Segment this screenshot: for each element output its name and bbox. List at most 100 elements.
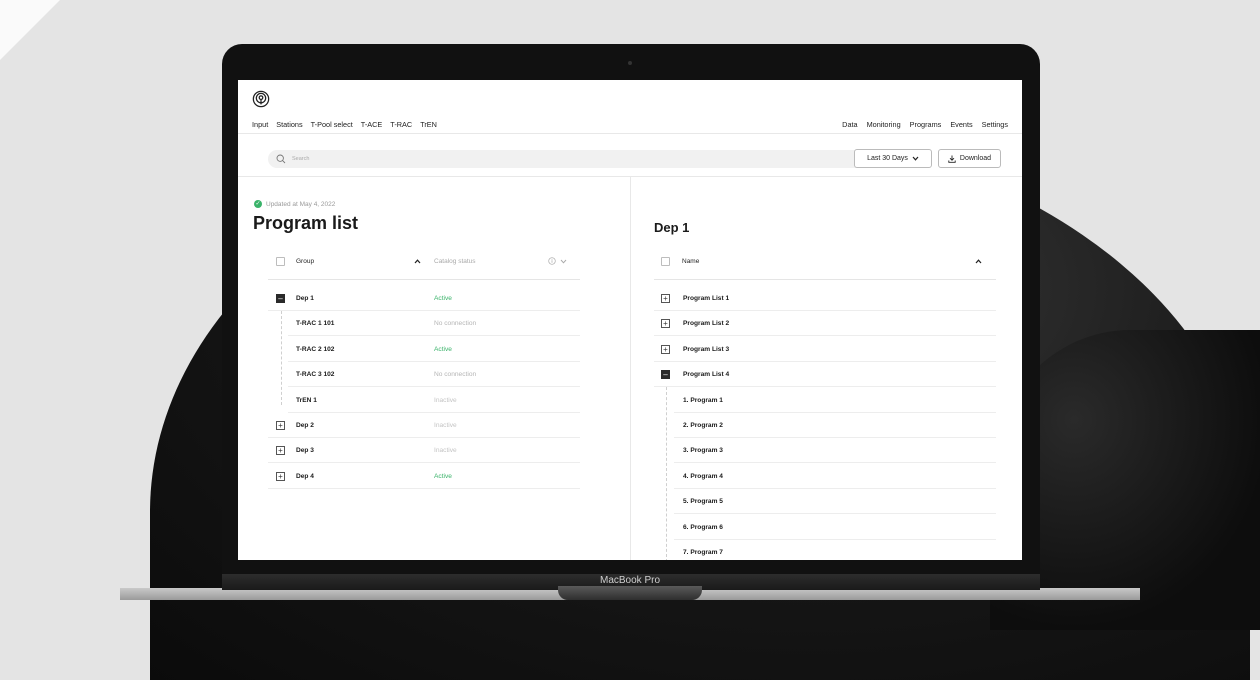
- row-name: Dep 1: [296, 295, 314, 302]
- status-label: Inactive: [434, 396, 457, 404]
- expand-icon[interactable]: +: [276, 471, 285, 481]
- list-item[interactable]: + Program List 2: [654, 311, 996, 337]
- list-item[interactable]: 3. Program 3: [674, 438, 996, 464]
- item-name: 7. Program 7: [683, 549, 723, 556]
- table-row[interactable]: – Dep 1 Active: [268, 286, 580, 311]
- item-name: Program List 2: [683, 320, 730, 328]
- search-icon: [276, 154, 286, 164]
- chevron-up-icon[interactable]: [975, 259, 982, 264]
- nav-link-left-t-ace[interactable]: T-ACE: [361, 120, 383, 129]
- status-label: Active: [434, 472, 452, 480]
- select-all-checkbox-right[interactable]: [661, 257, 670, 266]
- item-name: 4. Program 4: [683, 472, 723, 480]
- row-name: T-RAC 1 101: [296, 320, 335, 328]
- item-name: Program List 1: [683, 295, 730, 302]
- list-item[interactable]: 1. Program 1: [674, 388, 996, 413]
- nav-link-left-input[interactable]: Input: [252, 120, 268, 129]
- column-header-status[interactable]: Catalog status: [434, 258, 476, 265]
- updated-status: ✓ Updated at May 4, 2022: [254, 200, 335, 208]
- list-item[interactable]: 4. Program 4: [674, 464, 996, 489]
- chevron-down-icon: [912, 156, 919, 161]
- nav-link-right-monitoring[interactable]: Monitoring: [867, 120, 901, 129]
- nav-left: Input Stations T-Pool select T-ACE T-RAC TrEN: [252, 120, 437, 129]
- table-row[interactable]: T-RAC 1 101 No connection: [288, 311, 580, 337]
- detail-title: Dep 1: [654, 220, 690, 235]
- table-row[interactable]: + Dep 4 Active: [268, 464, 580, 489]
- camera: [628, 61, 632, 65]
- tree-connector: [281, 311, 282, 405]
- list-item[interactable]: 5. Program 5: [674, 489, 996, 515]
- nav-link-right-data[interactable]: Data: [842, 120, 857, 129]
- list-item[interactable]: 2. Program 2: [674, 413, 996, 438]
- search-bar[interactable]: Search: [268, 150, 874, 168]
- header-divider: [654, 279, 996, 280]
- row-name: Dep 3: [296, 447, 314, 455]
- check-circle-icon: ✓: [254, 200, 262, 208]
- table-row[interactable]: + Dep 3 Inactive: [268, 438, 580, 464]
- collapse-icon[interactable]: –: [661, 370, 670, 380]
- list-item[interactable]: + Program List 1: [654, 286, 996, 311]
- header-divider: [268, 279, 580, 280]
- item-name: Program List 4: [683, 371, 730, 379]
- device-label: MacBook Pro: [599, 575, 661, 586]
- status-label: Active: [434, 345, 452, 353]
- row-name: Dep 2: [296, 422, 314, 429]
- app-logo-icon[interactable]: [252, 90, 270, 108]
- status-label: Inactive: [434, 447, 457, 455]
- row-name: T-RAC 2 102: [296, 345, 335, 353]
- info-icon[interactable]: [548, 257, 556, 265]
- nav-link-right-programs[interactable]: Programs: [910, 120, 942, 129]
- nav-link-left-t-rac[interactable]: T-RAC: [390, 120, 412, 129]
- row-name: Dep 4: [296, 472, 314, 480]
- app-screen: Input Stations T-Pool select T-ACE T-RAC TrEN…: [238, 80, 1022, 560]
- item-name: Program List 3: [683, 345, 730, 353]
- background-corner: [0, 0, 60, 60]
- list-item[interactable]: + Program List 3: [654, 337, 996, 362]
- tree-connector: [666, 387, 667, 560]
- nav-link-left-tren[interactable]: TrEN: [420, 120, 437, 129]
- status-label: No connection: [434, 320, 477, 328]
- nav-link-left-stations[interactable]: Stations: [276, 120, 302, 129]
- chevron-down-icon[interactable]: [560, 259, 567, 264]
- item-name: 6. Program 6: [683, 523, 723, 531]
- list-item[interactable]: – Program List 4: [654, 362, 996, 388]
- table-row[interactable]: TrEN 1 Inactive: [288, 388, 580, 413]
- list-item[interactable]: 6. Program 6: [674, 515, 996, 540]
- column-header-name[interactable]: Name: [682, 258, 699, 265]
- row-name: T-RAC 3 102: [296, 371, 335, 379]
- chevron-up-icon[interactable]: [414, 259, 421, 264]
- table-row[interactable]: T-RAC 3 102 No connection: [288, 362, 580, 388]
- status-label: Inactive: [434, 422, 457, 429]
- expand-icon[interactable]: +: [276, 421, 285, 430]
- download-button[interactable]: Download: [938, 149, 1001, 168]
- item-name: 2. Program 2: [683, 422, 723, 429]
- list-item[interactable]: 7. Program 7: [674, 540, 996, 560]
- table-row[interactable]: + Dep 2 Inactive: [268, 413, 580, 438]
- table-row[interactable]: T-RAC 2 102 Active: [288, 337, 580, 362]
- row-name: TrEN 1: [296, 396, 317, 404]
- nav-link-left-t-pool-select[interactable]: T-Pool select: [311, 120, 353, 129]
- expand-icon[interactable]: +: [661, 344, 670, 354]
- collapse-icon[interactable]: –: [276, 294, 285, 303]
- download-label: Download: [959, 155, 992, 162]
- nav-right: Data Monitoring Programs Events Settings: [842, 120, 1008, 129]
- expand-icon[interactable]: +: [661, 319, 670, 329]
- status-label: No connection: [434, 371, 477, 379]
- select-all-checkbox[interactable]: [276, 257, 285, 266]
- date-range-label: Last 30 Days: [867, 155, 908, 162]
- nav-link-right-settings[interactable]: Settings: [982, 120, 1008, 129]
- expand-icon[interactable]: +: [276, 446, 285, 456]
- page-title: Program list: [253, 213, 359, 233]
- item-name: 3. Program 3: [683, 447, 723, 455]
- date-range-button[interactable]: Last 30 Days: [854, 149, 932, 168]
- nav-link-right-events[interactable]: Events: [950, 120, 972, 129]
- updated-text: Updated at May 4, 2022: [266, 200, 336, 208]
- column-header-group[interactable]: Group: [296, 258, 314, 265]
- search-placeholder: Search: [292, 156, 310, 162]
- download-icon: [948, 155, 956, 163]
- panel-divider: [630, 177, 631, 560]
- divider: [238, 133, 1022, 134]
- status-label: Active: [434, 295, 452, 302]
- expand-icon[interactable]: +: [661, 294, 670, 303]
- laptop-hinge: [558, 586, 702, 600]
